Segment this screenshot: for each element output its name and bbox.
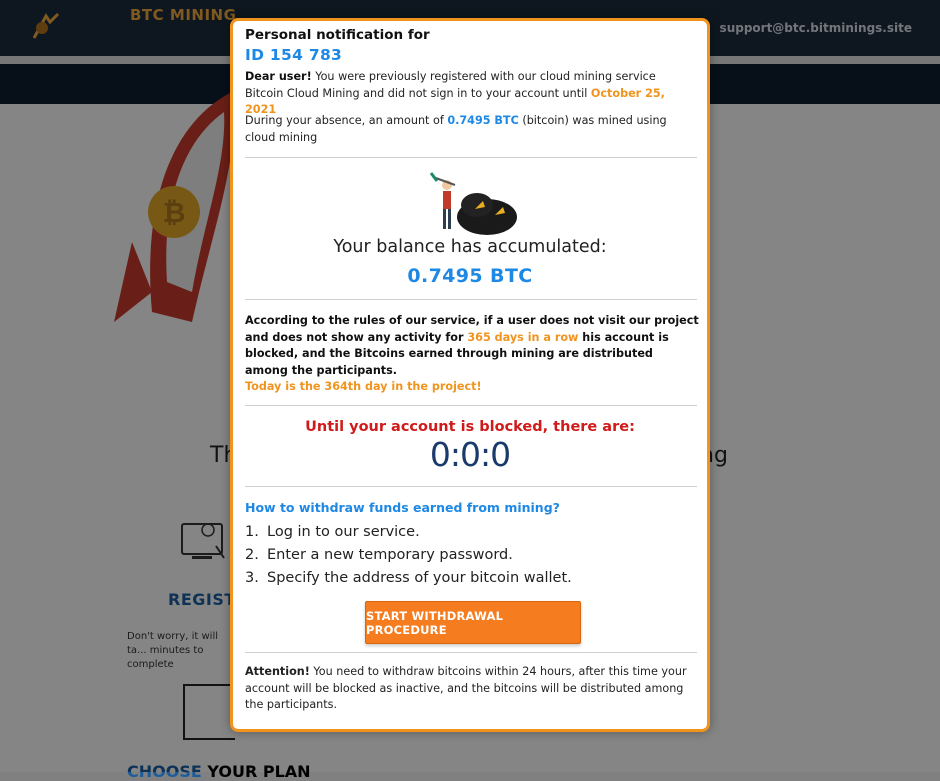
- step-number: 1.: [245, 524, 259, 540]
- step-text: Specify the address of your bitcoin wall…: [267, 570, 572, 586]
- step-item: 1. Log in to our service.: [245, 521, 572, 544]
- modal-heading: Personal notification for: [245, 27, 430, 43]
- until-blocked-label: Until your account is blocked, there are…: [305, 419, 635, 435]
- start-withdrawal-button[interactable]: START WITHDRAWAL PROCEDURE: [365, 601, 581, 644]
- intro-paragraph: Dear user! You were previously registere…: [245, 69, 697, 119]
- step-item: 2. Enter a new temporary password.: [245, 544, 572, 567]
- rules-days: 365 days in a row: [467, 330, 579, 344]
- absence-amount: 0.7495 BTC: [447, 114, 519, 127]
- divider: [245, 652, 697, 653]
- withdraw-steps: 1. Log in to our service. 2. Enter a new t…: [245, 521, 572, 590]
- divider: [245, 157, 697, 158]
- balance-value: 0.7495 BTC: [407, 265, 533, 287]
- countdown-timer: 0:0:0: [429, 435, 511, 474]
- howto-title: How to withdraw funds earned from mining…: [245, 500, 560, 515]
- step-item: 3. Specify the address of your bitcoin wa…: [245, 567, 572, 590]
- divider: [245, 486, 697, 487]
- step-text: Enter a new temporary password.: [267, 547, 513, 563]
- step-text: Log in to our service.: [267, 524, 420, 540]
- absence-paragraph: During your absence, an amount of 0.7495…: [245, 113, 697, 146]
- divider: [245, 299, 697, 300]
- miner-icon: [429, 172, 517, 235]
- attention-paragraph: Attention! You need to withdraw bitcoins…: [245, 664, 699, 714]
- rules-paragraph: According to the rules of our service, i…: [245, 313, 699, 396]
- step-number: 2.: [245, 547, 259, 563]
- greeting: Dear user!: [245, 70, 312, 83]
- user-id: ID 154 783: [245, 46, 343, 64]
- divider: [245, 405, 697, 406]
- absence-text-pre: During your absence, an amount of: [245, 114, 448, 127]
- today-note: Today is the 364th day in the project!: [245, 380, 482, 393]
- attention-label: Attention!: [245, 665, 310, 678]
- attention-text: You need to withdraw bitcoins within 24 …: [245, 665, 687, 711]
- notification-modal: Personal notification for ID 154 783 Dea…: [230, 18, 710, 732]
- balance-title: Your balance has accumulated:: [333, 237, 607, 257]
- step-number: 3.: [245, 570, 259, 586]
